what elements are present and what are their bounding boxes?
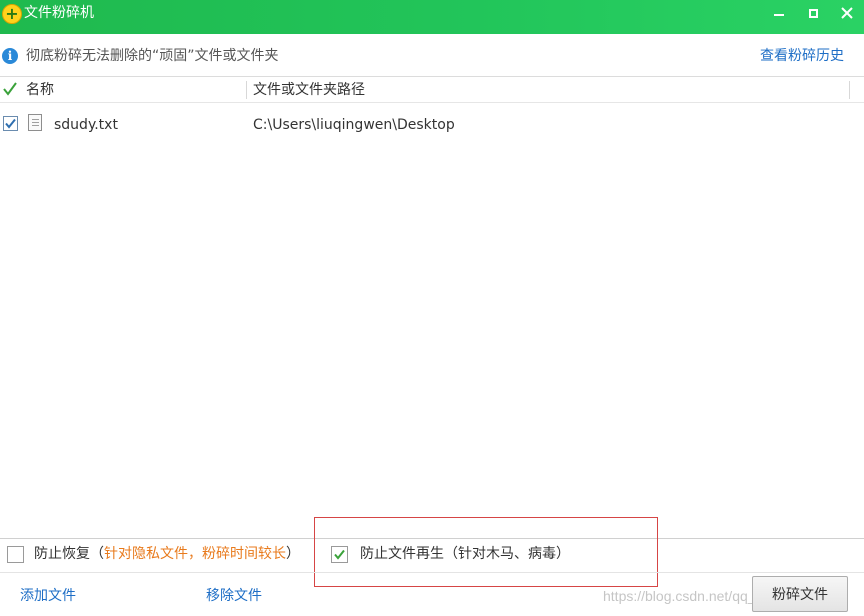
app-logo-icon: +: [2, 4, 22, 24]
minimize-icon: [774, 14, 784, 16]
info-icon: i: [2, 48, 18, 64]
column-header-name[interactable]: 名称: [26, 80, 54, 100]
close-button[interactable]: [830, 0, 864, 26]
file-icon-line: [32, 119, 39, 120]
row-checkbox[interactable]: [3, 116, 18, 131]
prevent-recovery-text: 防止恢复: [34, 546, 90, 562]
prevent-recovery-note: 针对隐私文件，粉碎时间较长: [104, 546, 286, 562]
select-all-checkbox[interactable]: [2, 80, 18, 98]
table-row[interactable]: sdudy.txt C:\Users\liuqingwen\Desktop: [0, 110, 864, 138]
table-header: 名称 文件或文件夹路径: [0, 76, 864, 103]
close-icon: [841, 7, 853, 19]
column-divider[interactable]: [246, 81, 247, 99]
column-header-path[interactable]: 文件或文件夹路径: [253, 80, 365, 100]
window-title: 文件粉碎机: [24, 5, 94, 21]
remove-file-link[interactable]: 移除文件: [206, 586, 262, 606]
file-icon-line: [32, 125, 39, 126]
maximize-icon: [808, 8, 818, 18]
column-divider[interactable]: [849, 81, 850, 99]
annotation-highlight-box: [314, 517, 658, 587]
file-name: sdudy.txt: [54, 117, 118, 133]
checkmark-icon: [5, 118, 16, 129]
title-bar: + 文件粉碎机: [0, 0, 864, 34]
info-text: 彻底粉碎无法删除的“顽固”文件或文件夹: [26, 48, 279, 64]
shred-file-button[interactable]: 粉碎文件: [752, 576, 848, 612]
checkmark-icon: [3, 82, 17, 96]
add-file-link[interactable]: 添加文件: [20, 586, 76, 606]
info-bar: i 彻底粉碎无法删除的“顽固”文件或文件夹 查看粉碎历史: [0, 34, 864, 76]
bottom-divider: [0, 572, 864, 573]
minimize-button[interactable]: [762, 0, 796, 26]
prevent-recovery-label[interactable]: 防止恢复（针对隐私文件，粉碎时间较长）: [34, 544, 300, 564]
maximize-button[interactable]: [796, 0, 830, 26]
text-file-icon: [28, 114, 42, 131]
view-shred-history-link[interactable]: 查看粉碎历史: [760, 46, 844, 66]
file-path: C:\Users\liuqingwen\Desktop: [253, 117, 455, 133]
note-paren-open: （: [90, 546, 104, 562]
note-paren-close: ）: [286, 546, 300, 562]
prevent-recovery-checkbox[interactable]: [7, 546, 24, 563]
file-icon-line: [32, 122, 39, 123]
